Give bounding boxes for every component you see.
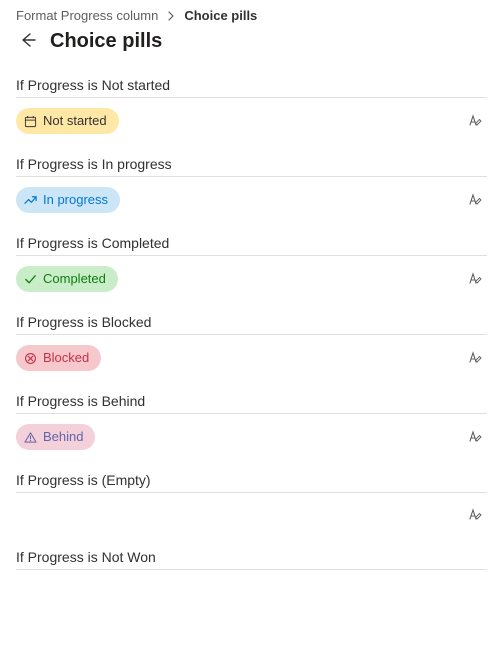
- rules-scroll-area[interactable]: If Progress is Not started Not started: [0, 63, 503, 662]
- font-edit-icon: [467, 271, 483, 287]
- font-edit-icon: [467, 429, 483, 445]
- pill-label: Completed: [43, 270, 106, 288]
- rule-condition-label: If Progress is Behind: [16, 393, 487, 409]
- pill-label: Behind: [43, 428, 83, 446]
- pill-label: Not started: [43, 112, 107, 130]
- divider: [16, 569, 487, 570]
- font-edit-icon: [467, 192, 483, 208]
- font-edit-icon: [467, 113, 483, 129]
- font-edit-icon: [467, 507, 483, 523]
- divider: [16, 255, 487, 256]
- calendar-icon: [24, 115, 37, 128]
- rule-condition-label: If Progress is In progress: [16, 156, 487, 172]
- choice-pill[interactable]: Blocked: [16, 345, 101, 371]
- rule-block: If Progress is In progress In progress: [16, 142, 487, 213]
- edit-style-button[interactable]: [463, 267, 487, 291]
- breadcrumb-parent[interactable]: Format Progress column: [16, 8, 158, 23]
- rule-condition-label: If Progress is Not started: [16, 77, 487, 93]
- check-icon: [24, 273, 37, 286]
- rule-block: If Progress is (Empty): [16, 458, 487, 527]
- back-button[interactable]: [16, 29, 40, 53]
- divider: [16, 413, 487, 414]
- edit-style-button[interactable]: [463, 346, 487, 370]
- rule-condition-label: If Progress is Completed: [16, 235, 487, 251]
- rule-block: If Progress is Not started Not started: [16, 63, 487, 134]
- rule-block: If Progress is Not Won: [16, 535, 487, 570]
- edit-style-button[interactable]: [463, 425, 487, 449]
- pill-label: Blocked: [43, 349, 89, 367]
- arrow-left-icon: [19, 31, 37, 52]
- rule-block: If Progress is Blocked Blocked: [16, 300, 487, 371]
- choice-pill[interactable]: Completed: [16, 266, 118, 292]
- choice-pill[interactable]: Not started: [16, 108, 119, 134]
- rule-condition-label: If Progress is Blocked: [16, 314, 487, 330]
- divider: [16, 97, 487, 98]
- rule-block: If Progress is Behind Behind: [16, 379, 487, 450]
- divider: [16, 176, 487, 177]
- choice-pill[interactable]: In progress: [16, 187, 120, 213]
- edit-style-button[interactable]: [463, 503, 487, 527]
- edit-style-button[interactable]: [463, 188, 487, 212]
- warning-icon: [24, 431, 37, 444]
- divider: [16, 492, 487, 493]
- rule-condition-label: If Progress is (Empty): [16, 472, 487, 488]
- chevron-right-icon: [166, 11, 176, 21]
- breadcrumb-current: Choice pills: [184, 8, 257, 23]
- rule-block: If Progress is Completed Completed: [16, 221, 487, 292]
- breadcrumb: Format Progress column Choice pills: [16, 8, 487, 23]
- edit-style-button[interactable]: [463, 109, 487, 133]
- font-edit-icon: [467, 350, 483, 366]
- rule-condition-label: If Progress is Not Won: [16, 549, 487, 565]
- divider: [16, 334, 487, 335]
- blocked-icon: [24, 352, 37, 365]
- pill-label: In progress: [43, 191, 108, 209]
- trend-up-icon: [24, 194, 37, 207]
- choice-pill[interactable]: Behind: [16, 424, 95, 450]
- page-title: Choice pills: [50, 30, 162, 53]
